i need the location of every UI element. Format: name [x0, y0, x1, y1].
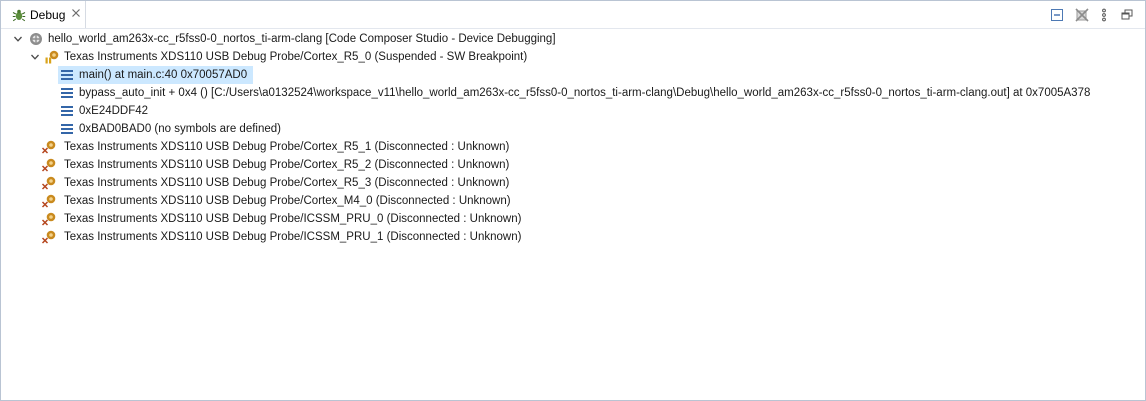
chevron-down-icon[interactable]: [30, 52, 40, 62]
stack-frame-icon: [61, 88, 73, 98]
core-label: Texas Instruments XDS110 USB Debug Probe…: [64, 159, 510, 171]
disconnected-core-icon: [41, 140, 56, 154]
close-icon[interactable]: [71, 8, 81, 18]
stack-frame-item[interactable]: 0xBAD0BAD0 (no symbols are defined): [1, 120, 301, 138]
minimize-icon[interactable]: [1119, 7, 1135, 23]
collapse-all-icon[interactable]: [1049, 7, 1065, 23]
tab-label: Debug: [30, 8, 66, 22]
stack-frame-item[interactable]: 0xE24DDF42: [1, 102, 201, 120]
launch-session-icon: [30, 33, 42, 45]
view-tab-bar: Debug: [1, 1, 1145, 29]
suspended-core-icon: [45, 50, 59, 64]
disconnected-core-icon: [41, 212, 56, 226]
stack-frame-item[interactable]: main() at main.c:40 0x70057AD0: [1, 66, 261, 84]
debug-bug-icon: [12, 9, 26, 22]
tree-item-core-r5-0[interactable]: Texas Instruments XDS110 USB Debug Probe…: [1, 48, 701, 66]
stack-frame-label: main() at main.c:40 0x70057AD0: [79, 69, 248, 81]
tree-item-core-r5-2[interactable]: Texas Instruments XDS110 USB Debug Probe…: [1, 156, 561, 174]
tree-item-core-pru-1[interactable]: Texas Instruments XDS110 USB Debug Probe…: [1, 228, 561, 246]
stack-frame-icon: [61, 124, 73, 134]
tree-item-core-m4-0[interactable]: Texas Instruments XDS110 USB Debug Probe…: [1, 192, 561, 210]
remove-terminated-icon[interactable]: [1074, 7, 1090, 23]
debug-tree: hello_world_am263x-cc_r5fss0-0_nortos_ti…: [1, 29, 1145, 400]
tree-item-core-r5-1[interactable]: Texas Instruments XDS110 USB Debug Probe…: [1, 138, 561, 156]
core-label: Texas Instruments XDS110 USB Debug Probe…: [64, 195, 511, 207]
stack-frame-icon: [61, 106, 73, 116]
view-menu-icon[interactable]: [1096, 7, 1112, 23]
tab-debug[interactable]: Debug: [1, 1, 86, 28]
stack-frame-item[interactable]: bypass_auto_init + 0x4 () [C:/Users\a013…: [1, 84, 1101, 102]
chevron-down-icon[interactable]: [13, 34, 23, 44]
debug-view: Debug hello_world_am263x-cc_r5fss0-0_nor…: [0, 0, 1146, 401]
core-label: Texas Instruments XDS110 USB Debug Probe…: [64, 141, 510, 153]
stack-frame-label: bypass_auto_init + 0x4 () [C:/Users\a013…: [79, 87, 1091, 99]
tree-item-session[interactable]: hello_world_am263x-cc_r5fss0-0_nortos_ti…: [1, 30, 701, 48]
core-label: Texas Instruments XDS110 USB Debug Probe…: [64, 177, 510, 189]
disconnected-core-icon: [41, 176, 56, 190]
stack-frame-label: 0xBAD0BAD0 (no symbols are defined): [79, 123, 281, 135]
session-label: hello_world_am263x-cc_r5fss0-0_nortos_ti…: [48, 33, 556, 45]
stack-frame-label: 0xE24DDF42: [79, 105, 149, 117]
tree-item-core-r5-3[interactable]: Texas Instruments XDS110 USB Debug Probe…: [1, 174, 561, 192]
core-label: Texas Instruments XDS110 USB Debug Probe…: [64, 51, 528, 63]
tree-item-core-pru-0[interactable]: Texas Instruments XDS110 USB Debug Probe…: [1, 210, 561, 228]
stack-frame-icon: [61, 70, 73, 80]
core-label: Texas Instruments XDS110 USB Debug Probe…: [64, 231, 522, 243]
core-label: Texas Instruments XDS110 USB Debug Probe…: [64, 213, 522, 225]
disconnected-core-icon: [41, 230, 56, 244]
disconnected-core-icon: [41, 194, 56, 208]
disconnected-core-icon: [41, 158, 56, 172]
